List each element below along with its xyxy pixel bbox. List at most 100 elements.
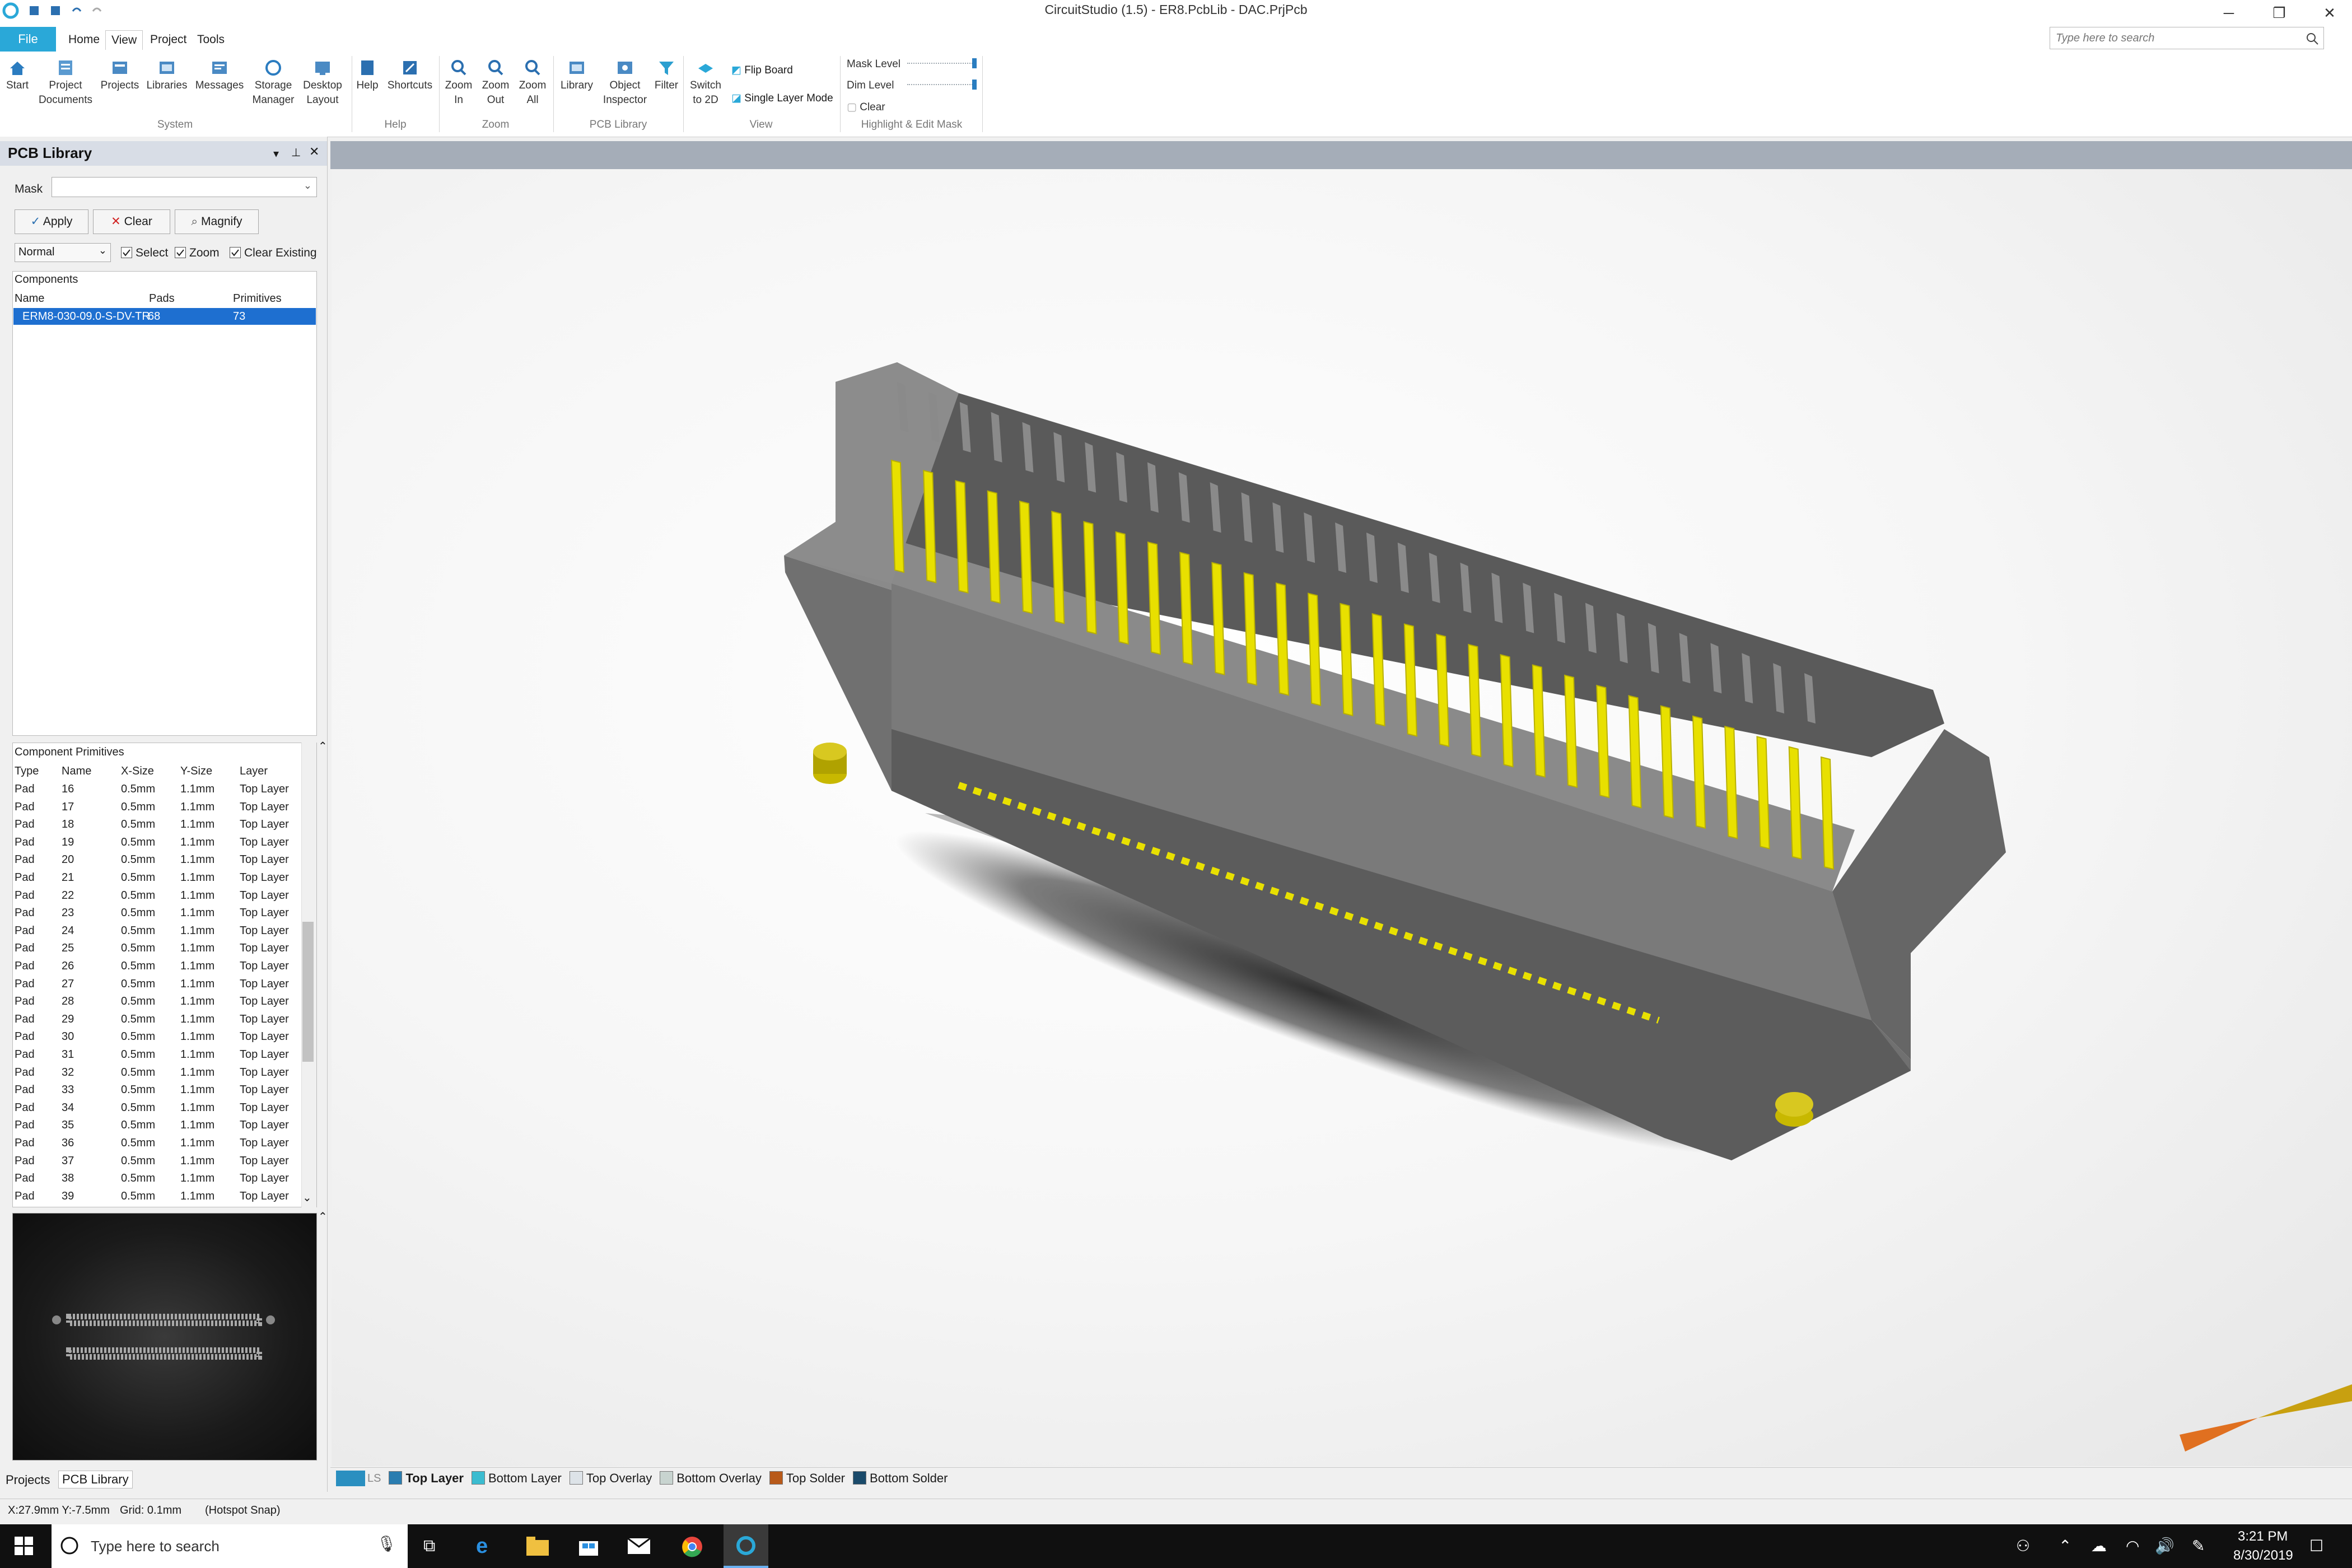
action-center-icon[interactable]: ☐	[2309, 1537, 2323, 1555]
layer-tab[interactable]: Bottom Layer	[471, 1471, 562, 1486]
layer-tab[interactable]: Top Overlay	[569, 1471, 652, 1486]
table-row[interactable]: Pad 27 0.5mm 1.1mm Top Layer	[12, 976, 301, 992]
restore-button[interactable]: ❐	[2257, 0, 2302, 27]
people-icon[interactable]: ⚇	[2016, 1537, 2030, 1555]
store-icon[interactable]	[578, 1536, 599, 1560]
table-row[interactable]: Pad 29 0.5mm 1.1mm Top Layer	[12, 1011, 301, 1028]
storage-manager-button[interactable]: Storage Manager	[249, 58, 298, 108]
table-row[interactable]: Pad 28 0.5mm 1.1mm Top Layer	[12, 993, 301, 1010]
single-layer-mode-button[interactable]: ◪ Single Layer Mode	[731, 92, 833, 105]
table-row[interactable]: Pad 33 0.5mm 1.1mm Top Layer	[12, 1081, 301, 1098]
task-view-icon[interactable]: ⧉	[423, 1537, 435, 1556]
show-hidden-icons-icon[interactable]: ⌃	[2059, 1537, 2071, 1555]
table-row[interactable]: Pad 23 0.5mm 1.1mm Top Layer	[12, 904, 301, 921]
scrollbar-thumb[interactable]	[302, 922, 314, 1062]
flip-board-button[interactable]: ◩ Flip Board	[731, 64, 793, 77]
file-explorer-icon[interactable]	[526, 1537, 549, 1558]
3d-viewport[interactable]	[332, 169, 2352, 1466]
table-row[interactable]: Pad 37 0.5mm 1.1mm Top Layer	[12, 1152, 301, 1169]
project-documents-button[interactable]: Project Documents	[35, 58, 96, 108]
network-icon[interactable]: ◠	[2126, 1537, 2139, 1555]
select-checkbox[interactable]	[121, 247, 132, 258]
layer-tab[interactable]: Bottom Overlay	[660, 1471, 762, 1486]
zoom-checkbox[interactable]	[175, 247, 186, 258]
table-row[interactable]: Pad 20 0.5mm 1.1mm Top Layer	[12, 851, 301, 868]
zoom-out-button[interactable]: Zoom Out	[478, 58, 513, 108]
desktop-layout-button[interactable]: Desktop Layout	[300, 58, 345, 108]
layer-tab[interactable]: Bottom Solder	[853, 1471, 948, 1486]
volume-icon[interactable]: 🔊	[2155, 1537, 2174, 1555]
footprint-preview[interactable]	[12, 1213, 317, 1460]
apply-button[interactable]: ✓ Apply	[15, 209, 88, 234]
mask-level-knob[interactable]	[972, 58, 977, 68]
windows-start-icon[interactable]	[15, 1537, 34, 1558]
projects-button[interactable]: Projects	[99, 58, 141, 93]
taskbar-date[interactable]: 8/30/2019	[2233, 1548, 2293, 1564]
comp-col-pads[interactable]: Pads	[149, 292, 175, 305]
clear-existing-checkbox[interactable]	[230, 247, 241, 258]
table-row[interactable]: Pad 16 0.5mm 1.1mm Top Layer	[12, 781, 301, 797]
dim-level-knob[interactable]	[972, 80, 977, 90]
prim-col-ysize[interactable]: Y-Size	[180, 765, 212, 778]
panel-close-icon[interactable]: ✕	[309, 144, 319, 159]
onedrive-icon[interactable]: ☁	[2091, 1537, 2107, 1555]
scroll-down-icon[interactable]: ⌄	[302, 1191, 312, 1205]
clear-mask-button[interactable]: ▢ Clear	[847, 101, 885, 114]
minimize-button[interactable]: ─	[2206, 0, 2251, 27]
mask-input[interactable]: ⌄	[52, 177, 317, 197]
help-button[interactable]: Help	[354, 58, 381, 93]
object-inspector-button[interactable]: Object Inspector	[599, 58, 651, 108]
table-row[interactable]: Pad 30 0.5mm 1.1mm Top Layer	[12, 1028, 301, 1045]
layer-tab[interactable]: Top Solder	[769, 1471, 845, 1486]
panel-tab-projects[interactable]: Projects	[6, 1473, 50, 1487]
pen-icon[interactable]: ✎	[2192, 1537, 2205, 1555]
microphone-icon[interactable]: 🎙	[376, 1534, 396, 1553]
layer-tab[interactable]: Top Layer	[389, 1471, 464, 1486]
start-button[interactable]: Start	[3, 58, 31, 93]
table-row[interactable]: Pad 22 0.5mm 1.1mm Top Layer	[12, 887, 301, 904]
table-row[interactable]: Pad 25 0.5mm 1.1mm Top Layer	[12, 940, 301, 956]
preview-scroll-up-icon[interactable]: ⌃	[318, 1210, 328, 1224]
table-row[interactable]: Pad 39 0.5mm 1.1mm Top Layer	[12, 1188, 301, 1205]
library-button[interactable]: Library	[556, 58, 598, 93]
circuitstudio-taskbar-icon[interactable]	[724, 1524, 768, 1568]
taskbar-time[interactable]: 3:21 PM	[2238, 1529, 2288, 1544]
zoom-all-button[interactable]: Zoom All	[515, 58, 550, 108]
chrome-icon[interactable]	[681, 1536, 703, 1561]
mode-select[interactable]: Normal ⌄	[15, 243, 111, 262]
prim-col-xsize[interactable]: X-Size	[121, 765, 154, 778]
switch-to-2d-button[interactable]: Switch to 2D	[685, 58, 726, 108]
menu-tools[interactable]: Tools	[192, 30, 230, 49]
prim-col-type[interactable]: Type	[15, 765, 39, 778]
shortcuts-button[interactable]: Shortcuts	[383, 58, 437, 93]
panel-pin-icon[interactable]: ⊥	[291, 146, 301, 160]
messages-button[interactable]: Messages	[193, 58, 246, 93]
menu-home[interactable]: Home	[63, 30, 105, 49]
edge-browser-icon[interactable]: e	[476, 1534, 488, 1558]
scroll-up-icon[interactable]: ⌃	[318, 739, 328, 753]
close-window-button[interactable]: ✕	[2307, 0, 2352, 27]
table-row[interactable]: Pad 26 0.5mm 1.1mm Top Layer	[12, 958, 301, 974]
table-row[interactable]: Pad 21 0.5mm 1.1mm Top Layer	[12, 869, 301, 886]
zoom-in-button[interactable]: Zoom In	[441, 58, 476, 108]
table-row[interactable]: Pad 18 0.5mm 1.1mm Top Layer	[12, 816, 301, 833]
libraries-button[interactable]: Libraries	[143, 58, 190, 93]
table-row[interactable]: Pad 31 0.5mm 1.1mm Top Layer	[12, 1046, 301, 1063]
menu-file[interactable]: File	[0, 27, 56, 52]
clear-button[interactable]: ✕ Clear	[93, 209, 170, 234]
table-row[interactable]: Pad 35 0.5mm 1.1mm Top Layer	[12, 1117, 301, 1133]
mask-level-slider[interactable]	[907, 63, 977, 72]
menu-view[interactable]: View	[105, 30, 143, 50]
prim-col-layer[interactable]: Layer	[240, 765, 268, 778]
table-row[interactable]: ERM8-030-09.0-S-DV-TR 68 73	[13, 308, 316, 325]
comp-col-primitives[interactable]: Primitives	[233, 292, 282, 305]
table-row[interactable]: Pad 34 0.5mm 1.1mm Top Layer	[12, 1099, 301, 1116]
table-row[interactable]: Pad 36 0.5mm 1.1mm Top Layer	[12, 1135, 301, 1151]
table-row[interactable]: Pad 38 0.5mm 1.1mm Top Layer	[12, 1170, 301, 1187]
panel-menu-icon[interactable]: ▾	[273, 147, 279, 161]
search-input[interactable]: Type here to search	[2050, 27, 2324, 49]
comp-col-name[interactable]: Name	[15, 292, 44, 305]
table-row[interactable]: Pad 24 0.5mm 1.1mm Top Layer	[12, 922, 301, 939]
mail-icon[interactable]	[627, 1537, 651, 1557]
menu-project[interactable]: Project	[144, 30, 192, 49]
